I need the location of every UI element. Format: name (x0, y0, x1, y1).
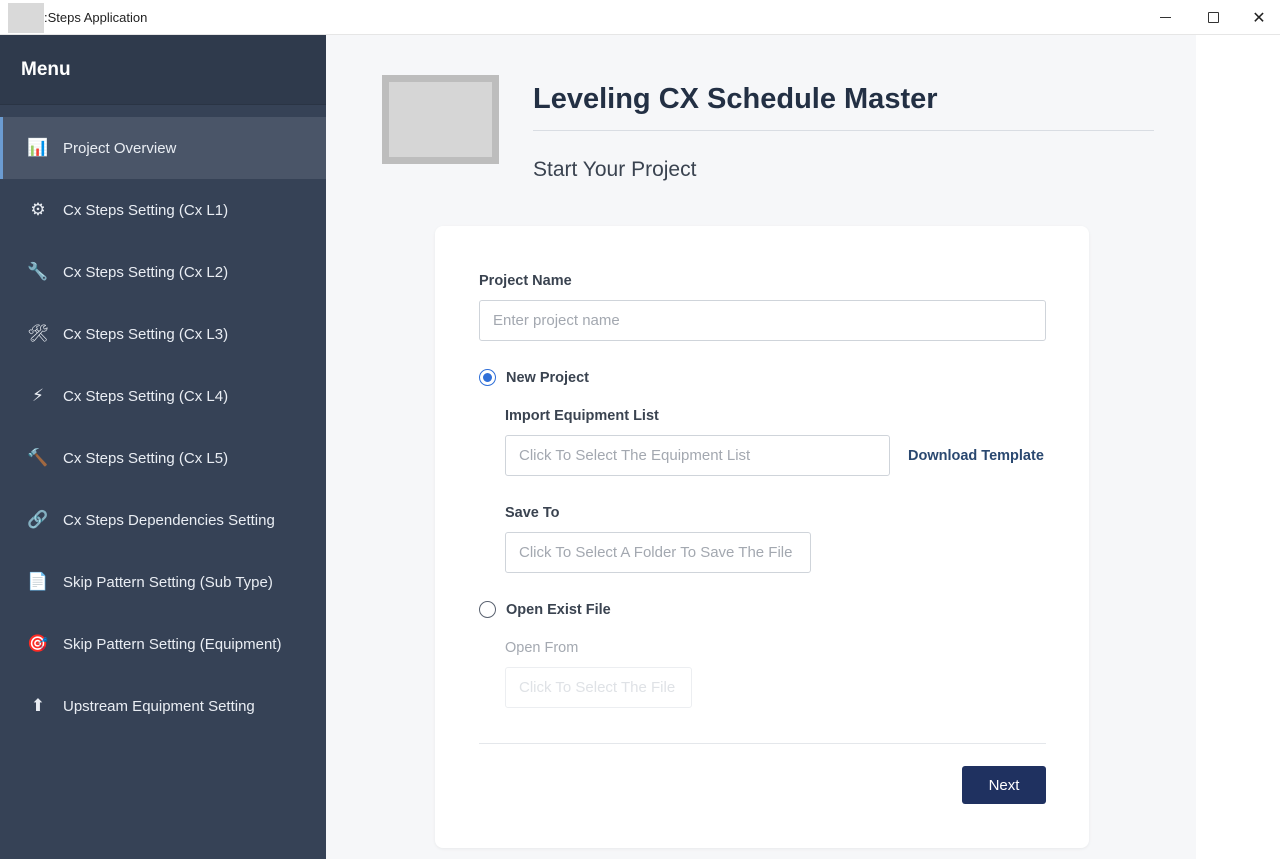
import-equipment-label: Import Equipment List (505, 408, 659, 424)
minimize-button[interactable] (1142, 0, 1188, 35)
save-folder-input[interactable]: Click To Select A Folder To Save The Fil… (505, 532, 811, 573)
close-icon: ✕ (1252, 9, 1266, 27)
title-bar: :Steps Application ✕ (0, 0, 1280, 35)
project-name-label: Project Name (479, 273, 572, 289)
bar-chart-icon: 📊 (27, 138, 49, 157)
sidebar: Menu 📊 Project Overview ⚙ Cx Steps Setti… (0, 35, 326, 859)
sidebar-item-label: Skip Pattern Setting (Sub Type) (63, 573, 273, 591)
download-template-link[interactable]: Download Template (908, 448, 1044, 464)
up-arrow-icon: ⬆ (30, 696, 46, 715)
logo-placeholder (382, 75, 499, 164)
wrench-icon: 🔧 (27, 262, 49, 281)
sidebar-item-label: Cx Steps Setting (Cx L3) (63, 325, 229, 343)
sidebar-item-cx-l1[interactable]: ⚙ Cx Steps Setting (Cx L1) (0, 179, 326, 241)
sidebar-item-skip-subtype[interactable]: 📄 Skip Pattern Setting (Sub Type) (0, 551, 326, 613)
new-project-option[interactable]: New Project (479, 369, 589, 386)
new-project-label: New Project (506, 369, 589, 386)
sidebar-item-dependencies[interactable]: 🔗 Cx Steps Dependencies Setting (0, 489, 326, 551)
maximize-button[interactable] (1190, 0, 1236, 35)
gear-icon: ⚙ (30, 200, 46, 219)
new-project-radio[interactable] (479, 369, 496, 386)
open-exist-label: Open Exist File (506, 601, 611, 618)
title-divider (533, 130, 1154, 131)
tools-icon: 🛠 (27, 324, 49, 343)
maximize-icon (1207, 12, 1219, 23)
right-margin (1196, 35, 1280, 859)
save-to-label: Save To (505, 505, 560, 521)
open-from-label: Open From (505, 640, 579, 656)
sidebar-item-label: Cx Steps Dependencies Setting (63, 511, 275, 529)
sidebar-item-label: Cx Steps Setting (Cx L1) (63, 201, 229, 219)
menu-list: 📊 Project Overview ⚙ Cx Steps Setting (C… (0, 105, 326, 737)
sidebar-item-label: Upstream Equipment Setting (63, 697, 255, 715)
sidebar-item-project-overview[interactable]: 📊 Project Overview (0, 117, 326, 179)
open-exist-radio[interactable] (479, 601, 496, 618)
project-form-card: Project Name Enter project name New Proj… (435, 226, 1089, 848)
sidebar-item-upstream[interactable]: ⬆ Upstream Equipment Setting (0, 675, 326, 737)
main-content: Leveling CX Schedule Master Start Your P… (326, 35, 1196, 859)
sidebar-item-cx-l4[interactable]: ⚡ Cx Steps Setting (Cx L4) (0, 365, 326, 427)
link-icon: 🔗 (27, 510, 49, 529)
project-name-input[interactable]: Enter project name (479, 300, 1046, 341)
sidebar-item-cx-l3[interactable]: 🛠 Cx Steps Setting (Cx L3) (0, 303, 326, 365)
document-icon: 📄 (27, 572, 49, 591)
page-title: Leveling CX Schedule Master (533, 83, 938, 115)
page-subtitle: Start Your Project (533, 158, 697, 181)
minimize-icon (1159, 17, 1171, 18)
sidebar-item-skip-equipment[interactable]: 🎯 Skip Pattern Setting (Equipment) (0, 613, 326, 675)
close-button[interactable]: ✕ (1236, 0, 1280, 35)
sidebar-item-label: Cx Steps Setting (Cx L4) (63, 387, 229, 405)
sidebar-header: Menu (0, 35, 326, 105)
open-file-input[interactable]: Click To Select The File (505, 667, 692, 708)
lightning-icon: ⚡ (32, 386, 44, 405)
hammer-icon: 🔨 (27, 448, 49, 467)
sidebar-item-label: Project Overview (63, 139, 177, 157)
sidebar-item-label: Skip Pattern Setting (Equipment) (63, 635, 282, 653)
target-icon: 🎯 (27, 634, 49, 653)
form-divider (479, 743, 1046, 744)
app-icon (8, 3, 44, 33)
window-title: :Steps Application (44, 10, 148, 25)
sidebar-item-cx-l2[interactable]: 🔧 Cx Steps Setting (Cx L2) (0, 241, 326, 303)
menu-title: Menu (21, 58, 71, 80)
next-button[interactable]: Next (962, 766, 1046, 804)
sidebar-item-label: Cx Steps Setting (Cx L5) (63, 449, 229, 467)
sidebar-item-label: Cx Steps Setting (Cx L2) (63, 263, 229, 281)
sidebar-item-cx-l5[interactable]: 🔨 Cx Steps Setting (Cx L5) (0, 427, 326, 489)
open-exist-option[interactable]: Open Exist File (479, 601, 611, 618)
radio-dot (483, 373, 492, 382)
equipment-list-input[interactable]: Click To Select The Equipment List (505, 435, 890, 476)
